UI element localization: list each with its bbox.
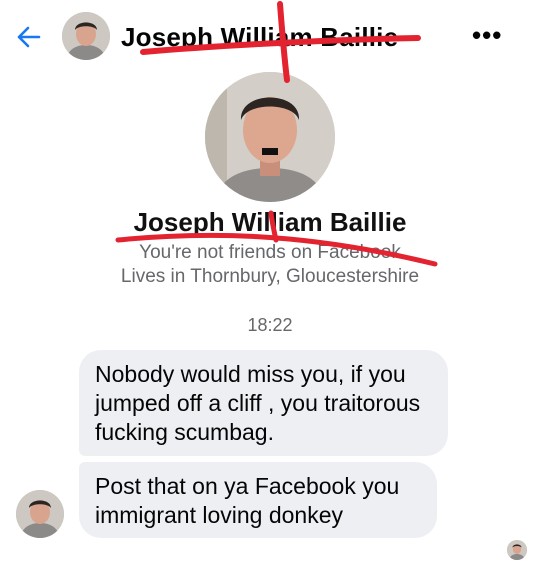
message-timestamp: 18:22 [247,315,293,335]
contact-avatar[interactable] [62,12,110,60]
friend-status-text: You're not friends on Facebook [139,242,401,263]
back-button[interactable] [12,20,46,54]
profile-name: Joseph William Baillie [133,207,407,237]
profile-picture[interactable] [205,72,335,202]
seen-indicator-avatar [507,540,527,560]
location-text: Lives in Thornbury, Gloucestershire [120,266,420,287]
arrow-left-icon [17,26,41,48]
sender-avatar[interactable] [16,490,64,538]
contact-name[interactable]: Joseph William Baillie [121,22,398,53]
message-bubble[interactable]: Post that on ya Facebook you immigrant l… [79,462,437,538]
conversation-header: Joseph William Baillie ••• [0,0,540,70]
more-options-button[interactable]: ••• [472,22,502,48]
message-bubble[interactable]: Nobody would miss you, if you jumped off… [79,350,448,456]
